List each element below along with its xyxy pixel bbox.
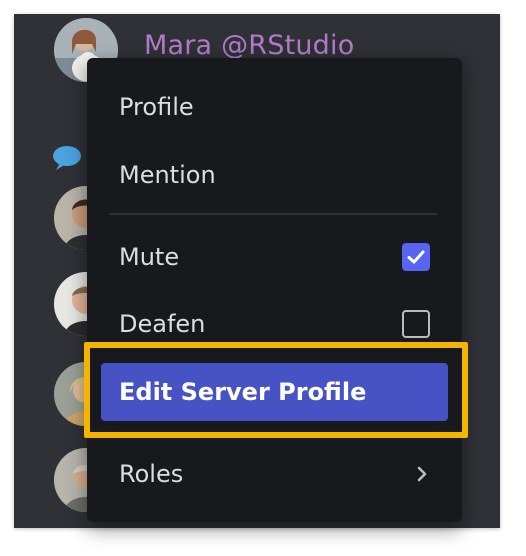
menu-item-deafen[interactable]: Deafen — [101, 295, 448, 353]
chevron-right-icon — [417, 466, 427, 482]
menu-item-mute[interactable]: Mute — [101, 228, 448, 286]
checkbox-unchecked-icon[interactable] — [402, 310, 430, 338]
menu-item-label: Roles — [119, 460, 184, 488]
menu-item-label: Mention — [119, 161, 216, 189]
speech-bubble-icon — [53, 146, 81, 170]
menu-item-profile[interactable]: Profile — [101, 78, 448, 136]
menu-item-label: Profile — [119, 93, 194, 121]
menu-item-label: Mute — [119, 243, 180, 271]
menu-item-label: Deafen — [119, 310, 206, 338]
menu-item-edit-server-profile[interactable]: Edit Server Profile — [101, 363, 448, 421]
menu-item-label: Edit Server Profile — [119, 378, 367, 406]
menu-separator — [109, 213, 437, 215]
username[interactable]: Mara @RStudio — [144, 30, 354, 61]
menu-item-mention[interactable]: Mention — [101, 146, 448, 204]
menu-item-roles[interactable]: Roles — [101, 445, 448, 503]
user-context-menu: Profile Mention Mute Deafen Edit Server … — [87, 58, 462, 522]
checkbox-checked-icon[interactable] — [402, 243, 430, 271]
